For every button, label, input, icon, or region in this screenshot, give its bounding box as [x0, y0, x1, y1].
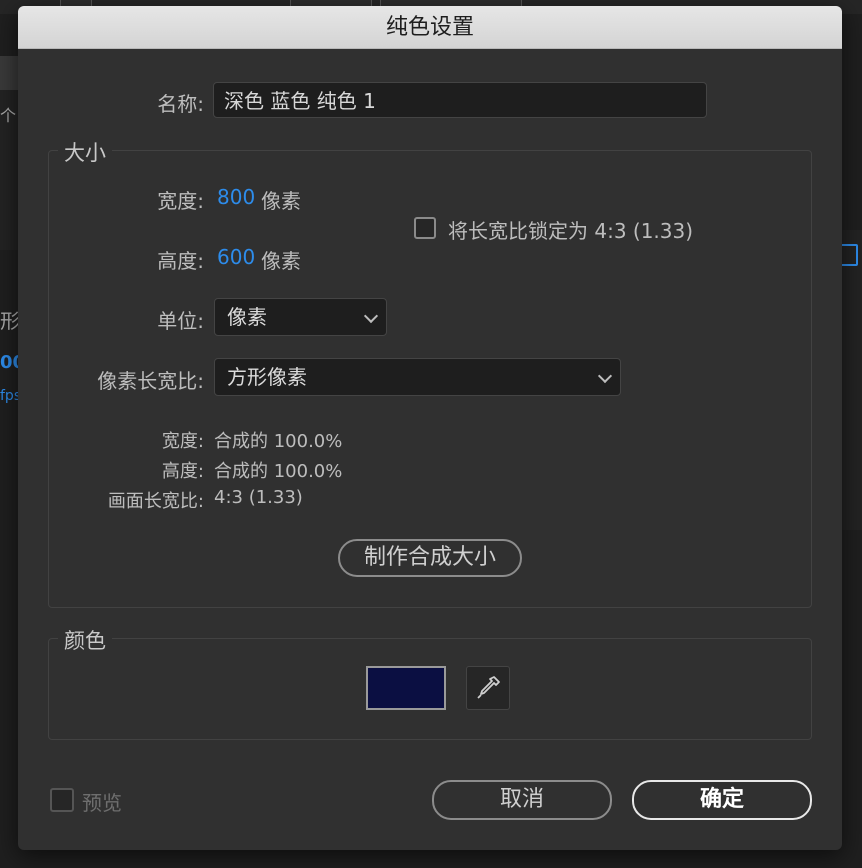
lock-aspect-label: 将长宽比锁定为 4:3 (1.33)	[448, 219, 694, 243]
eyedropper-button[interactable]	[466, 666, 510, 710]
size-group-title: 大小	[58, 137, 112, 167]
preview-label: 预览	[82, 791, 122, 815]
eyedropper-icon	[477, 676, 500, 699]
name-label: 名称:	[157, 92, 204, 116]
name-input[interactable]: 深色 蓝色 纯色 1	[213, 82, 707, 118]
info-height-label: 高度:	[161, 461, 204, 482]
height-value[interactable]: 600	[217, 245, 255, 269]
info-frame-aspect-value: 4:3 (1.33)	[214, 487, 303, 508]
cancel-button[interactable]: 取消	[432, 780, 612, 820]
width-unit: 像素	[261, 189, 301, 213]
height-label: 高度:	[157, 249, 204, 273]
dialog-title: 纯色设置	[18, 6, 842, 49]
chevron-down-icon	[363, 308, 379, 324]
make-comp-size-button[interactable]: 制作合成大小	[338, 539, 522, 577]
frame-icon	[840, 244, 858, 266]
height-unit: 像素	[261, 249, 301, 273]
ok-button[interactable]: 确定	[632, 780, 812, 820]
info-frame-aspect-label: 画面长宽比:	[107, 491, 204, 512]
unit-label: 单位:	[157, 309, 204, 333]
background-strip	[0, 56, 20, 90]
background-text: 个	[0, 106, 17, 125]
width-value[interactable]: 800	[217, 185, 255, 209]
chevron-down-icon	[597, 368, 613, 384]
solid-settings-dialog: 纯色设置 名称: 深色 蓝色 纯色 1 大小 宽度: 800 像素 高度: 60…	[18, 6, 842, 850]
lock-aspect-checkbox[interactable]	[414, 217, 436, 239]
pixel-aspect-label: 像素长宽比:	[97, 369, 204, 393]
info-width-label: 宽度:	[161, 431, 204, 452]
background-right-panel	[840, 230, 862, 530]
info-height-value: 合成的 100.0%	[214, 461, 343, 482]
color-group-title: 颜色	[58, 625, 112, 655]
pixel-aspect-select[interactable]: 方形像素	[214, 358, 621, 396]
color-swatch[interactable]	[366, 666, 446, 710]
unit-select[interactable]: 像素	[214, 298, 387, 336]
width-label: 宽度:	[157, 189, 204, 213]
unit-select-value: 像素	[227, 305, 267, 329]
info-width-value: 合成的 100.0%	[214, 431, 343, 452]
pixel-aspect-select-value: 方形像素	[227, 365, 307, 389]
background-text: 形	[0, 309, 20, 333]
preview-checkbox[interactable]	[50, 788, 74, 812]
